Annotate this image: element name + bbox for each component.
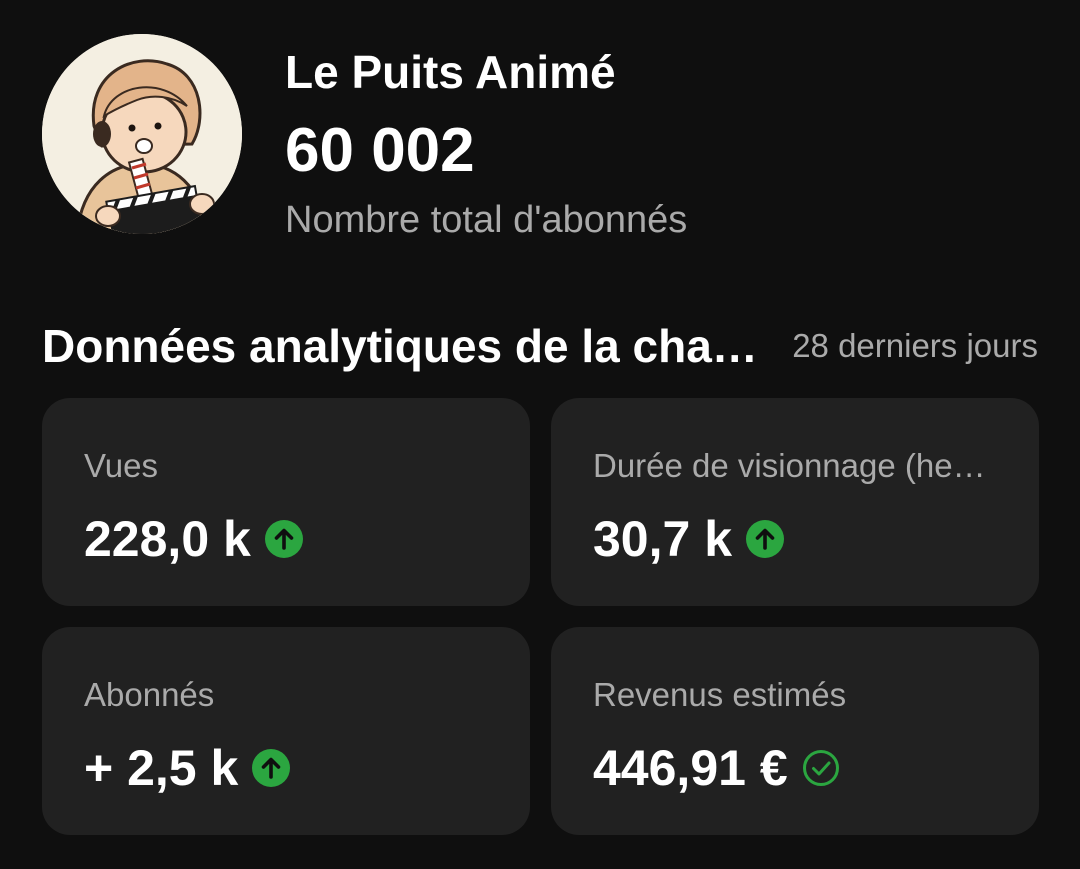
watch-time-card-value: 30,7 k bbox=[593, 511, 733, 567]
arrow-up-circle-icon bbox=[264, 520, 303, 558]
subscriber-count: 60 002 bbox=[285, 116, 475, 185]
watch-time-card[interactable]: Durée de visionnage (heures) 30,7 k bbox=[551, 398, 1039, 606]
channel-avatar[interactable] bbox=[42, 34, 242, 234]
avatar-illustration bbox=[42, 34, 242, 234]
views-card-value: 228,0 k bbox=[84, 511, 251, 567]
arrow-up-circle-icon bbox=[746, 520, 785, 558]
subscriber-count-label: Nombre total d'abonnés bbox=[285, 199, 688, 241]
views-card-label: Vues bbox=[84, 448, 158, 484]
subscribers-card-label: Abonnés bbox=[84, 677, 215, 713]
analytics-period: 28 derniers jours bbox=[792, 327, 1038, 364]
revenue-card[interactable]: Revenus estimés 446,91 € bbox=[551, 627, 1039, 835]
views-card[interactable]: Vues 228,0 k bbox=[42, 398, 530, 606]
channel-name: Le Puits Animé bbox=[285, 46, 616, 98]
subscribers-card-value: + 2,5 k bbox=[84, 740, 239, 796]
watch-time-card-label: Durée de visionnage (heures) bbox=[593, 448, 997, 484]
analytics-section-title[interactable]: Données analytiques de la chaîne bbox=[42, 316, 762, 376]
arrow-up-circle-icon bbox=[252, 749, 291, 787]
revenue-card-label: Revenus estimés bbox=[593, 677, 847, 713]
check-circle-icon bbox=[802, 749, 840, 787]
revenue-card-value: 446,91 € bbox=[593, 740, 788, 796]
subscribers-card[interactable]: Abonnés + 2,5 k bbox=[42, 627, 530, 835]
analytics-section-header: Données analytiques de la chaîne 28 dern… bbox=[42, 316, 1038, 376]
